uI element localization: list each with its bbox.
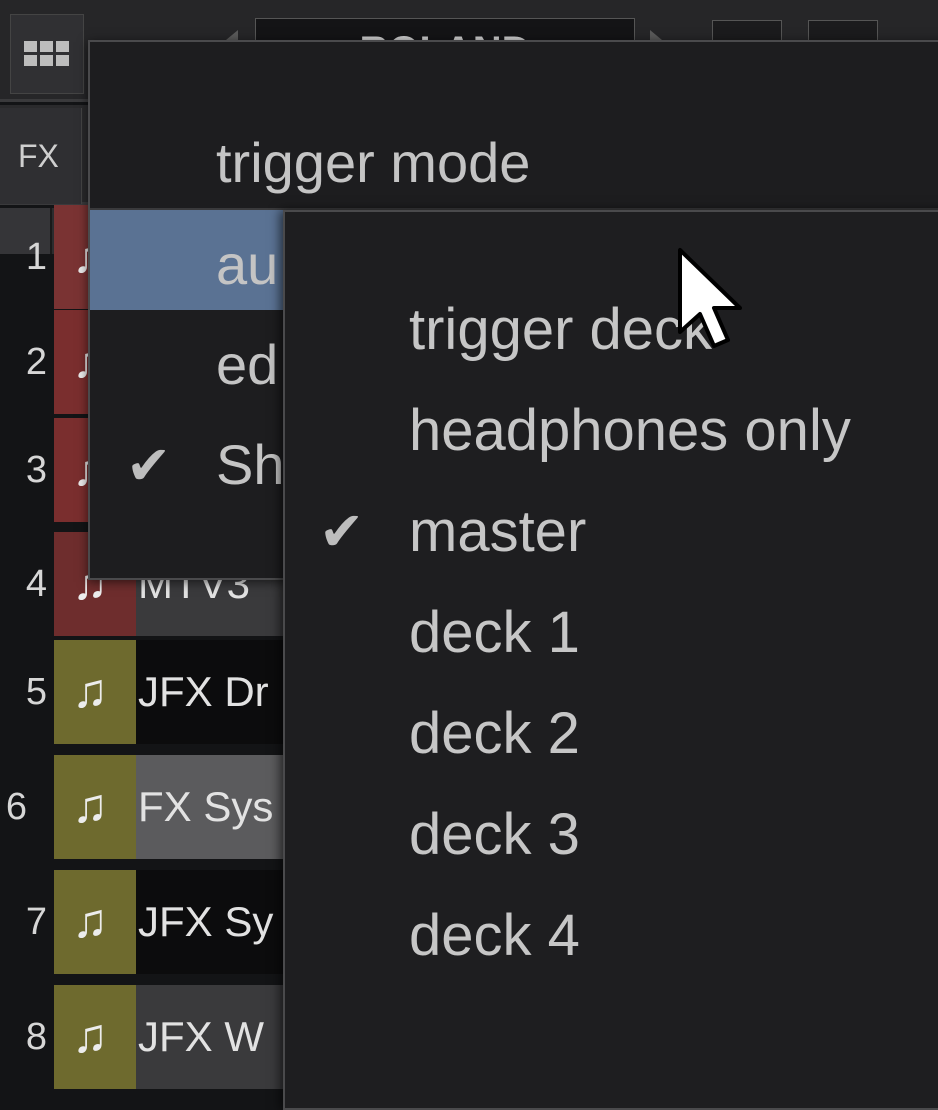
submenu-item-deck-2[interactable]: deck 2 xyxy=(285,686,938,787)
row-number: 3 xyxy=(25,449,47,491)
row-name: JFX W xyxy=(138,1013,264,1060)
submenu-item-trigger-deck[interactable]: trigger deck xyxy=(285,282,938,383)
submenu-item-deck-1[interactable]: deck 1 xyxy=(285,585,938,686)
row-number: 5 xyxy=(25,671,47,713)
check-icon: ✔ xyxy=(319,502,365,562)
music-note-icon: ♫ xyxy=(72,665,108,718)
fx-button[interactable]: FX xyxy=(0,108,82,204)
submenu-item-deck-4[interactable]: deck 4 xyxy=(285,888,938,989)
fx-label: FX xyxy=(18,138,59,174)
check-icon: ✔ xyxy=(126,436,172,496)
row-number: 7 xyxy=(25,901,47,943)
row-number: 8 xyxy=(25,1016,47,1058)
row-name: FX Sys xyxy=(138,783,274,830)
music-note-icon: ♫ xyxy=(72,780,108,833)
grid-icon xyxy=(24,41,69,66)
submenu-item-master[interactable]: ✔ master xyxy=(285,484,938,585)
music-note-icon: ♫ xyxy=(72,895,108,948)
menu-title-trigger-mode[interactable]: trigger mode xyxy=(90,110,938,210)
menu-item-label: Sh xyxy=(216,433,285,496)
row-name-cell[interactable]: JFX Dr xyxy=(136,640,286,744)
row-color-cell[interactable]: ♫ xyxy=(54,870,136,974)
music-note-icon: ♫ xyxy=(72,1010,108,1063)
submenu-item-label: deck 4 xyxy=(409,903,580,968)
submenu-item-headphones-only[interactable]: headphones only xyxy=(285,383,938,484)
row-name-cell[interactable]: FX Sys xyxy=(136,755,286,859)
menu-title-label: trigger mode xyxy=(216,131,531,194)
row-number: 2 xyxy=(25,341,47,383)
submenu-item-label: master xyxy=(409,499,587,564)
row-number: 1 xyxy=(25,236,47,278)
row-name: JFX Dr xyxy=(138,668,269,715)
row-color-cell[interactable]: ♫ xyxy=(54,640,136,744)
row-name-cell[interactable]: JFX Sy xyxy=(136,870,286,974)
submenu-item-label: deck 1 xyxy=(409,600,580,665)
menu-item-label: ed xyxy=(216,333,279,396)
row-color-cell[interactable]: ♫ xyxy=(54,985,136,1089)
row-name: JFX Sy xyxy=(138,898,274,945)
trigger-deck-submenu: trigger deck headphones only ✔ master de… xyxy=(283,210,938,1110)
submenu-item-label: headphones only xyxy=(409,398,851,463)
submenu-item-label: trigger deck xyxy=(409,297,713,362)
row-number: 4 xyxy=(25,563,47,605)
submenu-item-label: deck 3 xyxy=(409,802,580,867)
submenu-item-deck-3[interactable]: deck 3 xyxy=(285,787,938,888)
menu-item-label: au xyxy=(216,233,279,296)
grid-view-button[interactable] xyxy=(10,14,84,94)
row-number: 6 xyxy=(5,786,27,828)
row-name-cell[interactable]: JFX W xyxy=(136,985,286,1089)
mouse-cursor-icon xyxy=(678,248,742,348)
submenu-item-label: deck 2 xyxy=(409,701,580,766)
row-color-cell[interactable]: ♫ xyxy=(54,755,136,859)
